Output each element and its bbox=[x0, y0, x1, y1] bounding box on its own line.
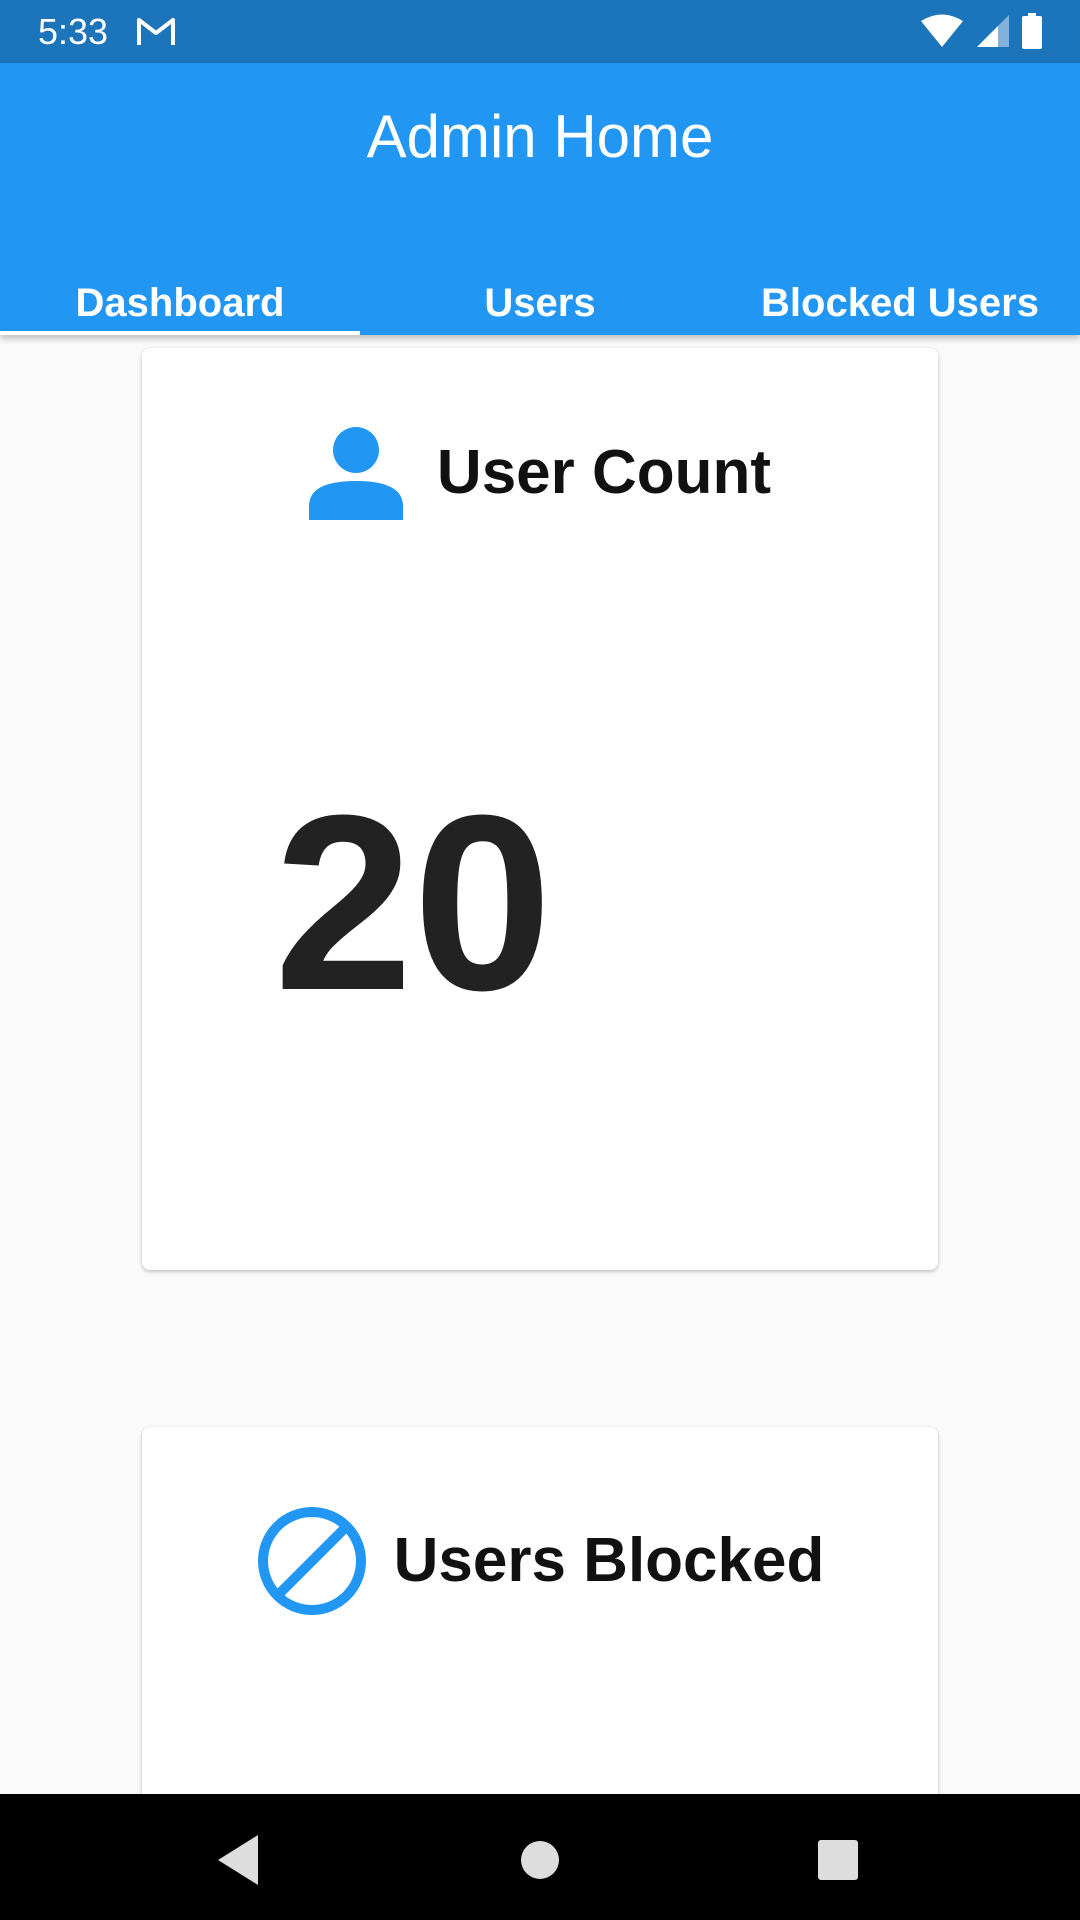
system-navigation-bar bbox=[0, 1794, 1080, 1920]
user-count-value: 20 bbox=[274, 763, 553, 1042]
users-blocked-header: Users Blocked bbox=[142, 1505, 938, 1617]
tab-dashboard[interactable]: Dashboard bbox=[0, 263, 360, 335]
tab-dashboard-label: Dashboard bbox=[75, 281, 285, 325]
tab-blocked-users-label: Blocked Users bbox=[761, 281, 1039, 325]
tab-bar: Dashboard Users Blocked Users bbox=[0, 263, 1080, 335]
status-bar: 5:33 bbox=[0, 0, 1080, 63]
person-icon bbox=[308, 427, 403, 520]
back-icon[interactable] bbox=[208, 1830, 268, 1890]
users-blocked-title: Users Blocked bbox=[393, 1526, 825, 1595]
user-count-title: User Count bbox=[436, 438, 772, 507]
recents-icon[interactable] bbox=[808, 1830, 868, 1890]
status-indicators bbox=[920, 12, 1042, 50]
home-icon[interactable] bbox=[510, 1830, 570, 1890]
status-time: 5:33 bbox=[38, 11, 109, 52]
tab-selected-indicator bbox=[0, 331, 360, 335]
gmail-icon bbox=[137, 18, 175, 45]
user-count-card: User Count 20 bbox=[142, 348, 938, 1270]
tab-users[interactable]: Users bbox=[360, 263, 720, 335]
wifi-icon bbox=[921, 14, 963, 47]
users-blocked-card: Users Blocked bbox=[142, 1427, 938, 1794]
dashboard-content[interactable]: User Count 20 Users Blocked bbox=[0, 335, 1080, 1794]
app-bar: Admin Home Dashboard Users Blocked Users bbox=[0, 63, 1080, 335]
battery-icon bbox=[1022, 13, 1042, 49]
tab-blocked-users[interactable]: Blocked Users bbox=[720, 263, 1080, 335]
page-title: Admin Home bbox=[366, 103, 714, 170]
user-count-header: User Count bbox=[142, 426, 938, 520]
tab-users-label: Users bbox=[484, 281, 596, 325]
cellular-signal-icon bbox=[977, 15, 1009, 47]
block-icon bbox=[257, 1507, 366, 1615]
